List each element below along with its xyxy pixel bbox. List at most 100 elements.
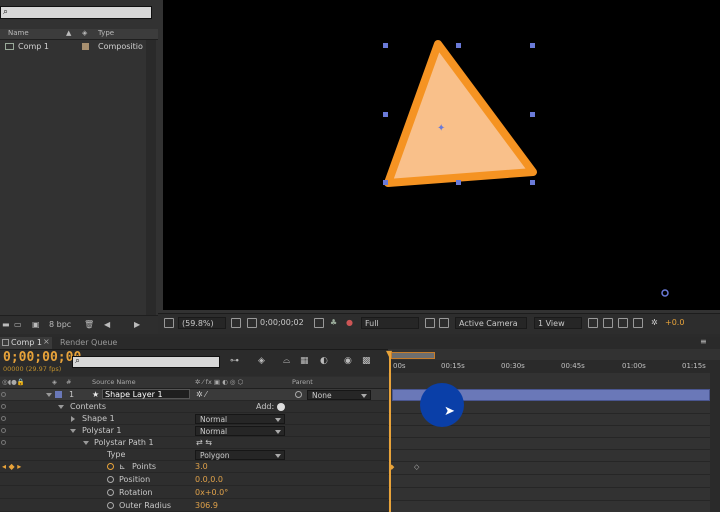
project-scrollbar[interactable] (146, 40, 156, 315)
position-row[interactable]: Position 0.0,0.0 (0, 474, 388, 486)
add-menu-icon[interactable] (277, 403, 285, 411)
close-icon[interactable]: × (43, 337, 50, 346)
outer-radius-row[interactable]: Outer Radius 306.9 (0, 500, 388, 512)
viewer-timecode[interactable]: 0;00;00;02 (260, 318, 304, 327)
expand-chevron-icon[interactable] (58, 405, 64, 409)
keyframe-nav-icon[interactable]: ◂ ◆ ▸ (2, 462, 21, 471)
time-ruler[interactable]: 00s 00:15s 00:30s 00:45s 01:00s 01:15s (388, 360, 720, 373)
motion-blur-icon[interactable]: ◐ (320, 356, 328, 366)
brainstorm-icon[interactable]: ▩ (362, 356, 371, 366)
points-value[interactable]: 3.0 (195, 462, 208, 471)
stopwatch-icon[interactable] (107, 502, 114, 509)
col-source-name[interactable]: Source Name (92, 378, 136, 386)
fast-previews-icon[interactable] (603, 318, 613, 328)
grid-icon[interactable] (231, 318, 241, 328)
visibility-eye-icon[interactable] (1, 440, 6, 445)
project-search-input[interactable]: ⌕ (0, 6, 152, 19)
pickwhip-icon[interactable] (295, 391, 302, 398)
tab-render-queue[interactable]: Render Queue (60, 338, 117, 347)
contents-row[interactable]: Contents Add: (0, 401, 388, 413)
visibility-eye-icon[interactable] (1, 392, 6, 397)
position-label: Position (119, 475, 151, 484)
stopwatch-icon[interactable] (107, 476, 114, 483)
graph-icon[interactable]: ⊾ (119, 462, 126, 471)
col-parent[interactable]: Parent (292, 378, 313, 386)
expand-chevron-icon[interactable] (46, 393, 52, 397)
visibility-eye-icon[interactable] (1, 428, 6, 433)
outer-radius-value[interactable]: 306.9 (195, 501, 218, 510)
channel-icon[interactable]: ● (346, 318, 353, 327)
exposure-icon[interactable]: ✲ (651, 318, 658, 327)
polystar-path-row[interactable]: Polystar Path 1 ⇄ ⇆ (0, 437, 388, 449)
panel-menu-icon[interactable]: ≡ (700, 337, 707, 346)
interpret-footage-icon[interactable]: ▬ (2, 320, 10, 329)
collapse-switch-icon[interactable]: ✲ ⁄ (196, 390, 207, 399)
layer-row-shape-layer-1[interactable]: 1 ★ Shape Layer 1 ✲ ⁄ None (0, 389, 388, 401)
camera-dropdown[interactable]: Active Camera (455, 317, 527, 329)
show-snapshot-icon[interactable]: ♣ (330, 318, 337, 327)
shy-icon[interactable]: ⌓ (283, 356, 290, 366)
type-label: Type (107, 450, 126, 459)
resolution-value: Full (365, 319, 379, 328)
zoom-dropdown[interactable]: (59.8%) (178, 317, 226, 329)
always-preview-icon[interactable] (164, 318, 174, 328)
toggle-pixel-aspect-icon[interactable] (588, 318, 598, 328)
type-row[interactable]: Type Polygon (0, 449, 388, 461)
project-item-comp1[interactable]: Comp 1 Compositio ⊞ (0, 41, 158, 53)
region-icon[interactable] (247, 318, 257, 328)
tab-comp1[interactable]: Comp 1 × (0, 337, 52, 349)
work-area-bar[interactable] (391, 352, 435, 359)
new-folder-icon[interactable]: ▭ (14, 320, 22, 329)
type-dropdown[interactable]: Polygon (195, 450, 285, 460)
scroll-right-icon[interactable]: ▶ (134, 320, 140, 329)
snapshot-icon[interactable] (314, 318, 324, 328)
keyframe-diamond[interactable]: ◇ (414, 463, 419, 471)
timeline-icon[interactable] (618, 318, 628, 328)
trash-icon[interactable]: 🗑 (84, 320, 94, 329)
scroll-left-icon[interactable]: ◀ (104, 320, 110, 329)
shape1-row[interactable]: Shape 1 Normal (0, 413, 388, 425)
timeline-scrollbar[interactable] (710, 373, 720, 512)
timeline-timecode[interactable]: 0;00;00;00 (3, 350, 81, 365)
flowchart-icon[interactable] (633, 318, 643, 328)
col-name[interactable]: Name (8, 29, 29, 37)
timeline-search-input[interactable]: ⌕ (72, 356, 220, 368)
expand-chevron-icon[interactable] (83, 441, 89, 445)
composition-canvas[interactable]: ✦ (163, 0, 720, 310)
frame-blend-icon[interactable]: ▦ (300, 356, 309, 366)
expand-chevron-icon[interactable] (70, 429, 76, 433)
graph-editor-icon[interactable]: ◉ (344, 356, 352, 366)
col-type[interactable]: Type (98, 29, 114, 37)
resolution-dropdown[interactable]: Full (361, 317, 419, 329)
draft-3d-icon[interactable]: ◈ (258, 356, 265, 366)
layer-label-color[interactable] (55, 391, 62, 398)
playhead-handle-icon[interactable]: ▼ (386, 349, 392, 358)
comp-mini-flowchart-icon[interactable]: ⊶ (230, 356, 239, 366)
label-tag-icon: ◈ (52, 378, 57, 386)
transparency-grid-icon[interactable] (439, 318, 449, 328)
rotation-value[interactable]: 0x+0.0° (195, 488, 228, 497)
path-direction-icon[interactable]: ⇄ ⇆ (196, 438, 212, 447)
polystar1-row[interactable]: Polystar 1 Normal (0, 425, 388, 437)
layer-name[interactable]: Shape Layer 1 (102, 389, 190, 399)
position-value[interactable]: 0.0,0.0 (195, 475, 223, 484)
parent-dropdown[interactable]: None (307, 390, 371, 400)
bpc-label[interactable]: 8 bpc (49, 320, 71, 329)
keyframe-diamond[interactable]: ◆ (389, 463, 394, 471)
expand-chevron-icon[interactable] (71, 416, 75, 422)
region-of-interest-icon[interactable] (425, 318, 435, 328)
visibility-eye-icon[interactable] (1, 404, 6, 409)
views-dropdown[interactable]: 1 View (534, 317, 582, 329)
cursor-highlight (420, 383, 464, 427)
stopwatch-icon[interactable] (107, 463, 114, 470)
polystar1-blend-dropdown[interactable]: Normal (195, 426, 285, 436)
shape1-blend-dropdown[interactable]: Normal (195, 414, 285, 424)
exposure-value[interactable]: +0.0 (665, 318, 684, 327)
points-row[interactable]: ◂ ◆ ▸ ⊾ Points 3.0 (0, 461, 388, 473)
playhead[interactable] (389, 352, 391, 512)
track-line (388, 461, 710, 462)
visibility-eye-icon[interactable] (1, 416, 6, 421)
rotation-row[interactable]: Rotation 0x+0.0° (0, 487, 388, 499)
stopwatch-icon[interactable] (107, 489, 114, 496)
new-comp-icon[interactable]: ▣ (32, 320, 40, 329)
